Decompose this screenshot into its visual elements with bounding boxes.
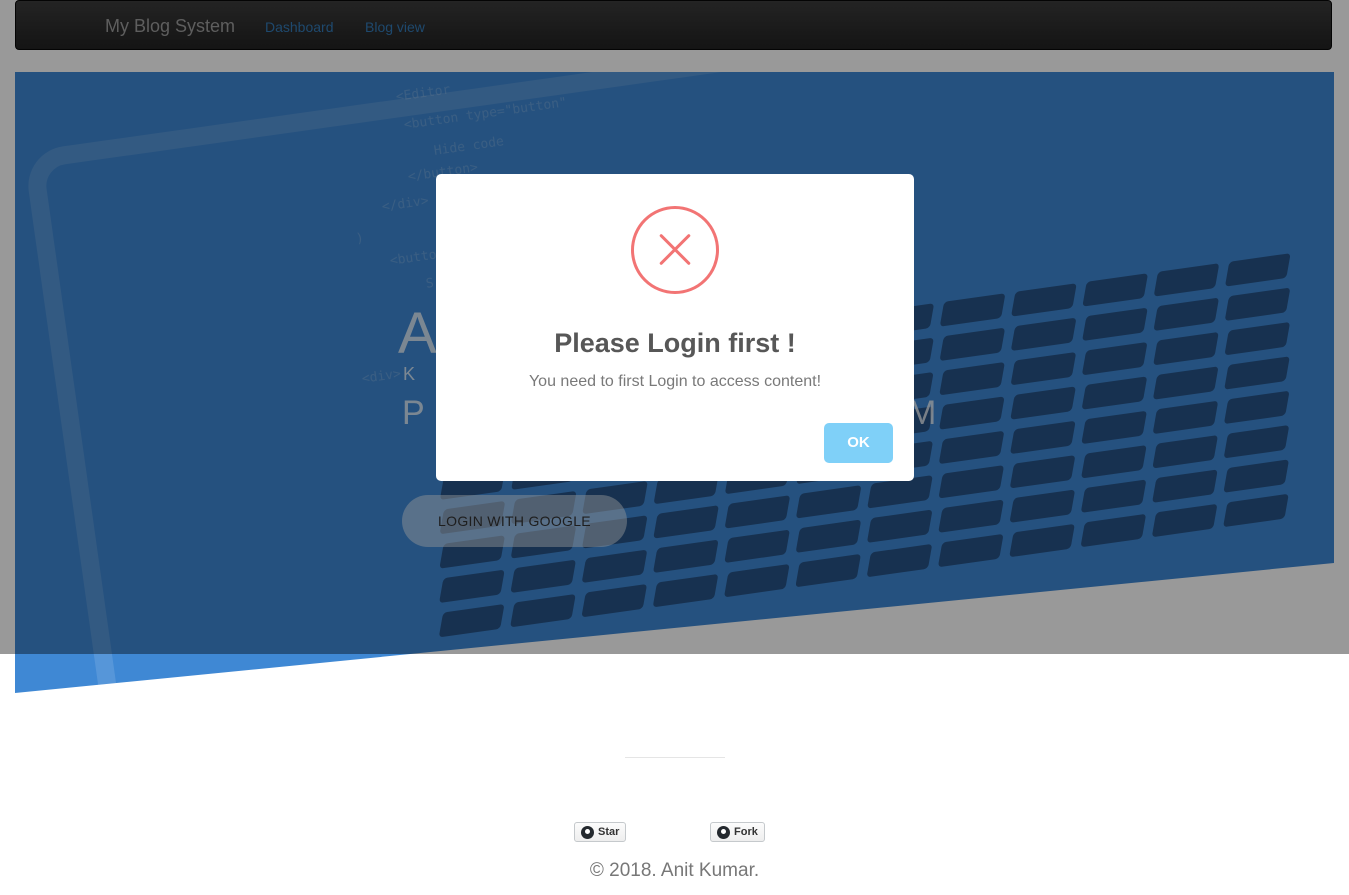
github-fork-button[interactable]: Fork xyxy=(710,822,765,842)
footer-divider xyxy=(625,757,725,758)
ok-button[interactable]: OK xyxy=(824,423,893,463)
error-x-icon xyxy=(631,206,719,294)
github-star-label: Star xyxy=(598,826,620,838)
dialog-title: Please Login first ! xyxy=(554,328,796,358)
github-star-button[interactable]: Star xyxy=(574,822,627,842)
github-icon xyxy=(581,825,594,839)
github-fork-label: Fork xyxy=(734,826,758,838)
dialog-message: You need to first Login to access conten… xyxy=(528,373,822,390)
github-icon xyxy=(717,825,730,839)
copyright-text: © 2018. Anit Kumar. xyxy=(589,860,760,881)
login-required-dialog: Please Login first ! You need to first L… xyxy=(436,174,914,481)
